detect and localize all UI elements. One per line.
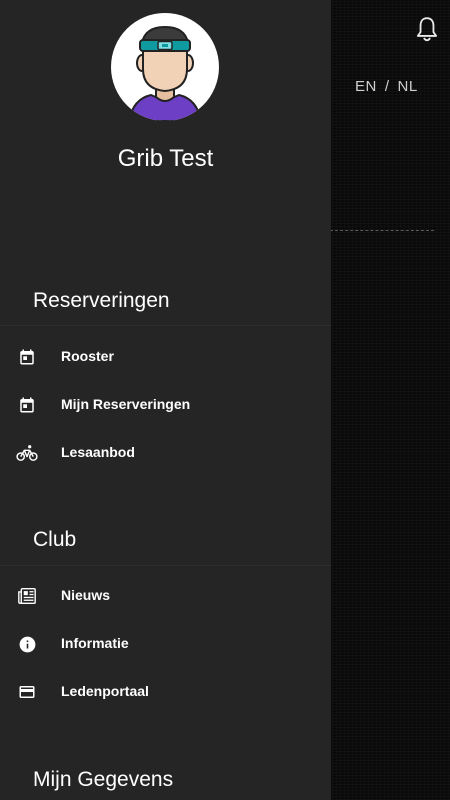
menu-item-lesaanbod[interactable]: Lesaanbod xyxy=(0,431,331,475)
avatar-illustration-icon xyxy=(127,25,203,121)
menu-item-label: Informatie xyxy=(61,635,129,651)
newspaper-icon xyxy=(16,585,38,607)
info-icon xyxy=(16,633,38,655)
user-name: Grib Test xyxy=(117,145,214,172)
calendar-icon xyxy=(16,346,38,368)
menu-item-rooster[interactable]: Rooster xyxy=(0,335,331,379)
calendar-icon xyxy=(16,394,38,416)
menu-item-mijn-reserveringen[interactable]: Mijn Reserveringen xyxy=(0,383,331,427)
menu-item-label: Lesaanbod xyxy=(61,444,135,460)
notification-bell-icon[interactable] xyxy=(414,16,440,44)
screen: EN / NL Grib Test Reserveringen Rooster … xyxy=(0,0,450,800)
language-nl[interactable]: NL xyxy=(398,78,418,95)
section-title-reserveringen: Reserveringen xyxy=(33,289,170,312)
menu-item-label: Rooster xyxy=(61,348,114,364)
navigation-drawer: Grib Test Reserveringen Rooster Mijn Res… xyxy=(0,0,331,800)
section-title-club: Club xyxy=(33,528,77,551)
bicycle-icon xyxy=(16,442,38,464)
language-en[interactable]: EN xyxy=(355,78,377,95)
menu-item-ledenportaal[interactable]: Ledenportaal xyxy=(0,670,331,714)
language-separator: / xyxy=(384,78,390,95)
section-divider xyxy=(0,325,331,326)
credit-card-icon xyxy=(16,681,38,703)
menu-item-informatie[interactable]: Informatie xyxy=(0,622,331,666)
section-divider xyxy=(0,565,331,566)
section-title-mijn-gegevens: Mijn Gegevens xyxy=(33,768,174,791)
menu-item-nieuws[interactable]: Nieuws xyxy=(0,574,331,618)
background-divider xyxy=(330,230,434,231)
menu-item-label: Ledenportaal xyxy=(61,683,149,699)
avatar[interactable] xyxy=(111,13,219,121)
language-switcher: EN / NL xyxy=(355,78,418,95)
menu-item-label: Mijn Reserveringen xyxy=(61,396,191,412)
menu-item-label: Nieuws xyxy=(61,587,111,603)
